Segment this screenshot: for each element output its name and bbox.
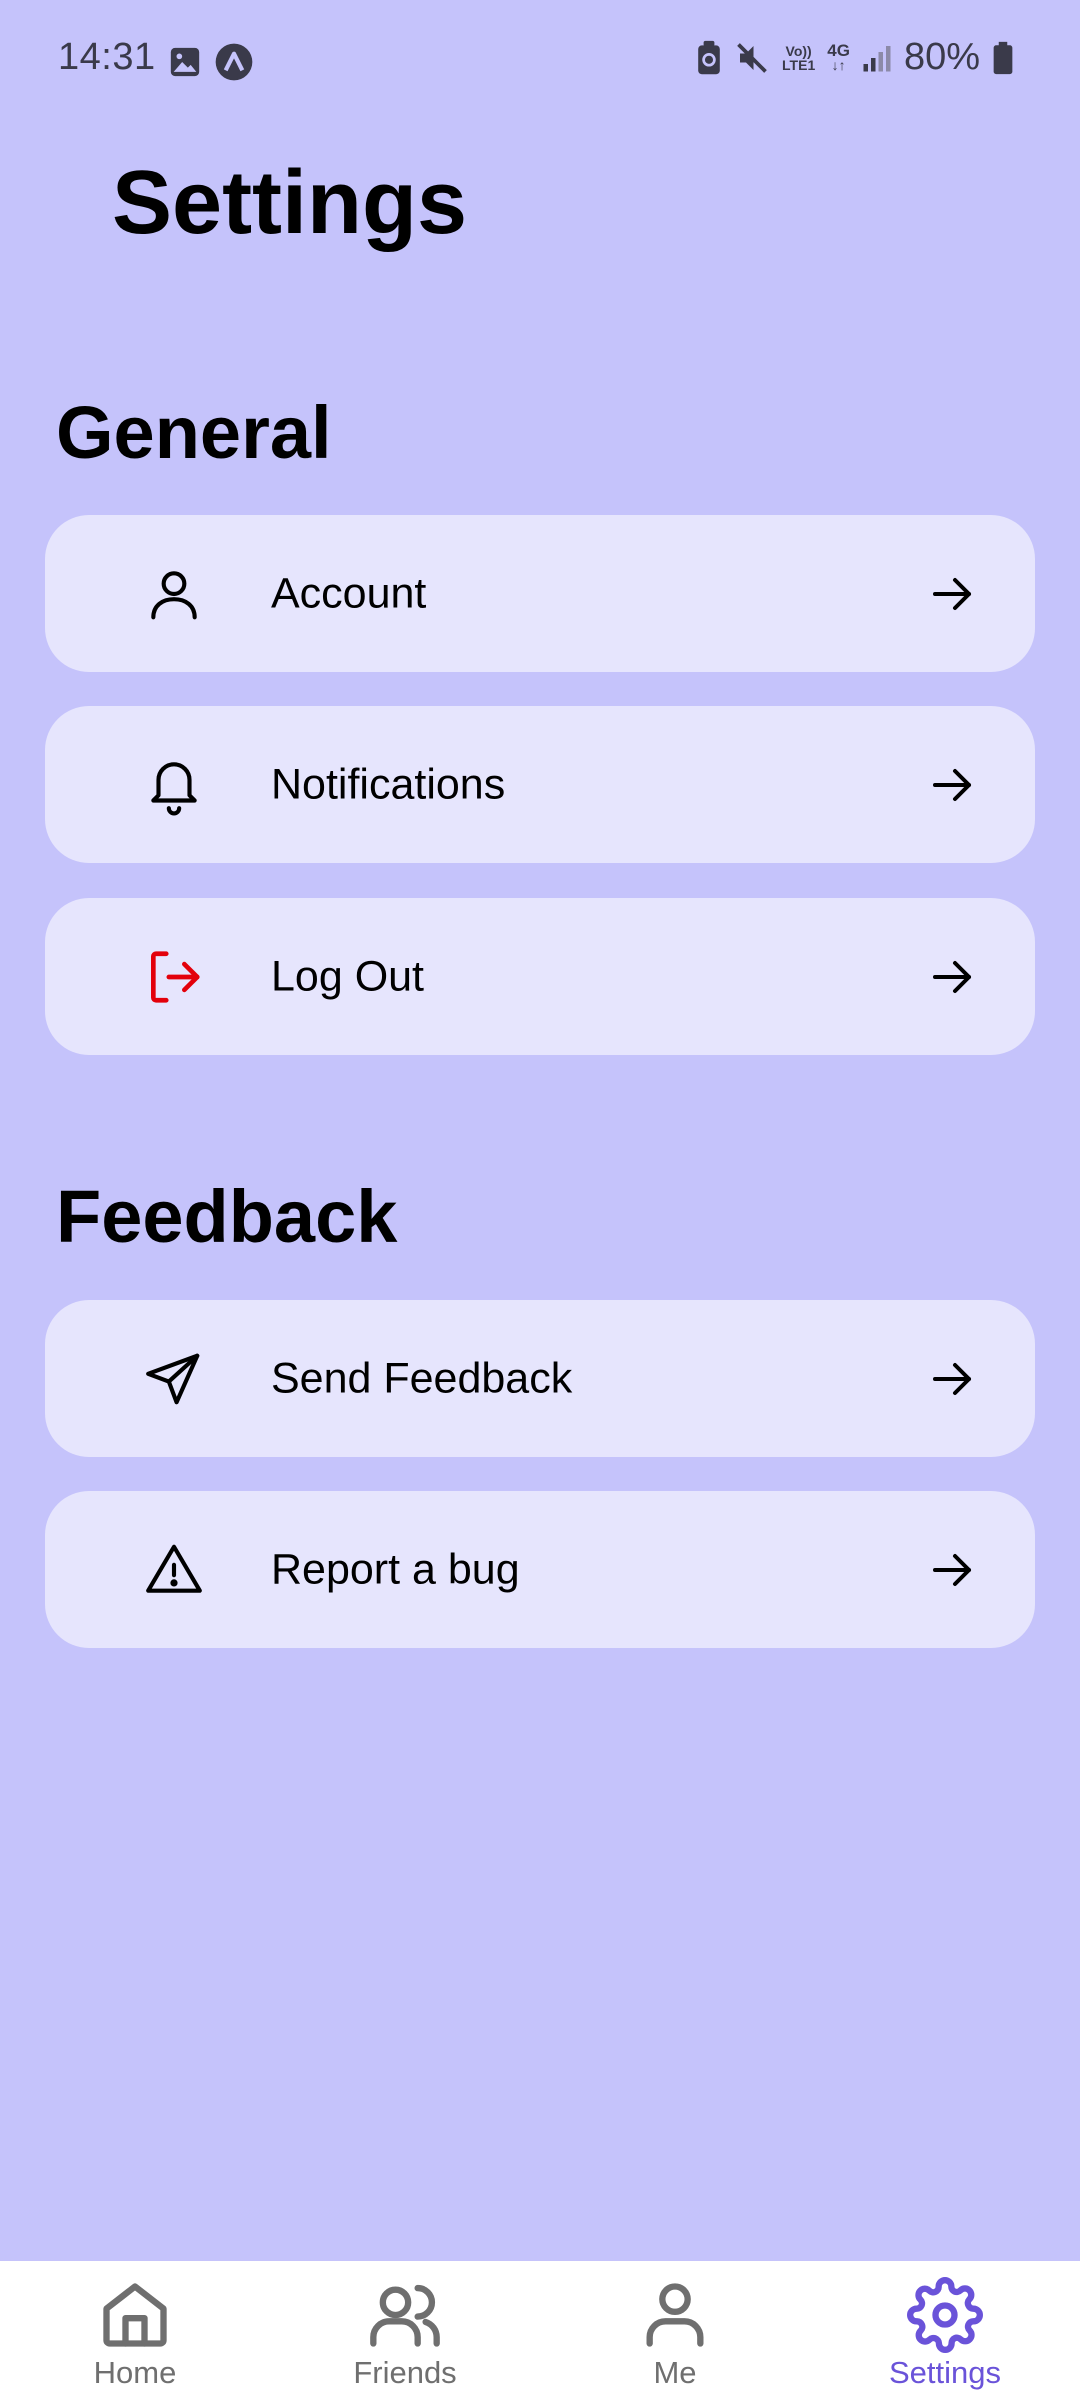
section-heading-general: General	[56, 391, 332, 474]
volte-label-bottom: LTE1	[782, 56, 816, 73]
settings-item-logout[interactable]: Log Out	[45, 898, 1035, 1055]
gallery-icon	[170, 47, 200, 77]
settings-item-report-bug[interactable]: Report a bug	[45, 1491, 1035, 1648]
nav-item-settings[interactable]: Settings	[810, 2261, 1080, 2400]
arrow-right-icon	[933, 577, 971, 610]
settings-item-label: Notifications	[271, 760, 506, 808]
status-time: 14:31	[58, 36, 156, 78]
settings-item-notifications[interactable]: Notifications	[45, 706, 1035, 863]
data-arrows-icon: ↓↑	[831, 56, 846, 73]
nav-item-me[interactable]: Me	[540, 2261, 810, 2400]
network-indicator: 4G ↓↑	[827, 40, 850, 73]
bottom-nav: Home Friends Me Settings	[0, 2261, 1080, 2400]
page-title: Settings	[112, 153, 468, 253]
battery-percent: 80%	[903, 36, 980, 78]
volte-label-top: Vo))	[785, 42, 812, 59]
section-heading-feedback: Feedback	[56, 1175, 398, 1258]
network-label: 4G	[827, 40, 850, 60]
send-icon	[146, 1353, 200, 1404]
status-bar: 14:31 Vo)) LTE1 4G ↓↑ 80%	[0, 0, 1080, 120]
logout-icon	[151, 950, 200, 1003]
signal-icon	[863, 45, 891, 71]
settings-item-account[interactable]: Account	[45, 515, 1035, 672]
bell-icon	[151, 761, 197, 815]
warning-icon	[146, 1544, 202, 1593]
app-notification-icon	[215, 43, 253, 81]
nav-item-home[interactable]: Home	[0, 2261, 270, 2400]
gear-icon	[907, 2277, 983, 2353]
arrow-right-icon	[933, 960, 971, 993]
volte-indicator: Vo)) LTE1	[782, 44, 815, 72]
user-icon	[646, 2283, 704, 2347]
battery-saver-icon	[698, 40, 720, 74]
settings-item-label: Account	[271, 569, 427, 617]
user-icon	[151, 570, 197, 619]
nav-item-friends[interactable]: Friends	[270, 2261, 540, 2400]
nav-label-me: Me	[653, 2355, 697, 2390]
mute-icon	[737, 42, 767, 73]
nav-label-home: Home	[93, 2355, 177, 2390]
arrow-right-icon	[933, 768, 971, 801]
home-icon	[103, 2283, 167, 2347]
arrow-right-icon	[933, 1553, 971, 1586]
arrow-right-icon	[933, 1362, 971, 1395]
settings-item-label: Log Out	[271, 952, 424, 1000]
battery-icon	[993, 41, 1013, 74]
status-right: Vo)) LTE1 4G ↓↑ 80%	[696, 36, 1014, 79]
settings-item-label: Report a bug	[271, 1545, 520, 1593]
settings-item-label: Send Feedback	[271, 1354, 573, 1402]
friends-icon	[370, 2284, 440, 2347]
nav-label-friends: Friends	[353, 2355, 457, 2390]
settings-item-send-feedback[interactable]: Send Feedback	[45, 1300, 1035, 1457]
nav-label-settings: Settings	[888, 2355, 1001, 2390]
status-left-icons	[168, 42, 254, 82]
